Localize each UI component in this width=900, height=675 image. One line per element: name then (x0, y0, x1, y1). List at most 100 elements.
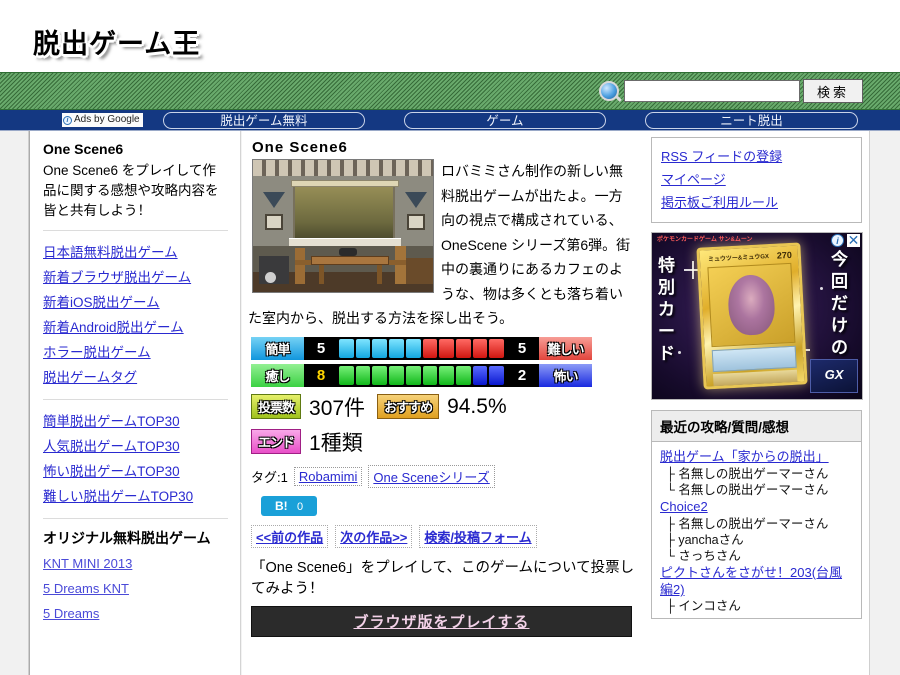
recent-activity-box: 最近の攻略/質問/感想 脱出ゲーム「家からの脱出」 ├ 名無しの脱出ゲーマーさん… (651, 410, 862, 619)
sidebar-item-new-browser-escape[interactable]: 新着ブラウザ脱出ゲーム (43, 265, 228, 290)
rating-value-hard: 5 (505, 336, 539, 360)
sidebar-game-title: One Scene6 (43, 141, 124, 157)
work-navigation: <<前の作品 次の作品>> 検索/投稿フォーム (251, 524, 636, 548)
game-thumbnail[interactable] (252, 159, 434, 293)
tag-one-scene-series[interactable]: One Sceneシリーズ (368, 464, 495, 488)
rating-label-scary: 怖い (539, 363, 592, 387)
sidebar-item-new-ios-escape[interactable]: 新着iOS脱出ゲーム (43, 290, 228, 315)
sidebar-item-escape-game-tags[interactable]: 脱出ゲームタグ (43, 365, 228, 390)
search-icon[interactable] (599, 81, 619, 101)
stats-row-votes: 投票数 307件 おすすめ 94.5% (251, 392, 636, 422)
sidebar-item-new-android-escape[interactable]: 新着Android脱出ゲーム (43, 315, 228, 340)
site-logo[interactable]: 脱出ゲーム王 (33, 22, 200, 61)
ads-by-google-text: Ads by Google (74, 114, 140, 125)
left-sidebar: One Scene6 One Scene6 をプレイして作品に関する感想や攻略内… (29, 131, 241, 675)
close-icon[interactable]: ✕ (847, 233, 860, 247)
navigation-bar: i Ads by Google 脱出ゲーム無料 ゲーム ニート脱出 (0, 110, 900, 131)
stats-row-endings: エンド 1種類 (251, 427, 636, 457)
votes-value: 307件 (309, 396, 366, 420)
bookmark-label: B! (275, 498, 288, 513)
rating-value-easy: 5 (304, 336, 338, 360)
thread-link[interactable]: ピクトさんをさがせ！203(台風編2) (660, 564, 853, 598)
page-body: One Scene6 One Scene6 をプレイして作品に関する感想や攻略内… (0, 131, 900, 675)
right-links-box: RSS フィードの登録 マイページ 掲示板ご利用ルール (651, 137, 862, 223)
play-browser-version-button[interactable]: ブラウザ版をプレイする (251, 605, 632, 637)
ads-by-google-label[interactable]: i Ads by Google (62, 113, 143, 127)
recent-activity-heading: 最近の攻略/質問/感想 (652, 411, 861, 442)
rating-label-hard: 難しい (539, 336, 592, 360)
rating-label-easy: 簡単 (251, 336, 304, 360)
rating-label-healing: 癒し (251, 363, 304, 387)
mypage-link[interactable]: マイページ (661, 168, 852, 191)
thread-reply: ├ 名無しの脱出ゲーマーさん (666, 467, 829, 481)
search-input[interactable] (624, 80, 800, 102)
rating-track-easy-hard (338, 336, 505, 360)
sidebar-item-knt-mini-2013[interactable]: KNT MINI 2013 (43, 551, 228, 576)
thread-reply: ├ yanchaさん (666, 533, 744, 547)
sidebar-item-scary-top30[interactable]: 怖い脱出ゲームTOP30 (43, 459, 228, 484)
tag-line: タグ:1 Robamimi One Sceneシリーズ (251, 464, 636, 488)
page-title: One Scene6 (252, 139, 348, 156)
ad-left-text: 特別カード (658, 256, 675, 363)
thread-link[interactable]: 脱出ゲーム「家からの脱出」 (660, 448, 853, 466)
ad-gx-logo: GX (810, 359, 858, 393)
ad-controls: i ✕ (831, 233, 860, 247)
tag-count-label: タグ:1 (251, 469, 288, 485)
ad-card-name: ミュウツー&ミュウGX (707, 254, 770, 264)
thread-link[interactable]: Choice2 (660, 498, 853, 516)
endings-badge: エンド (251, 429, 302, 454)
nav-pill-game[interactable]: ゲーム (404, 112, 606, 129)
cta-text: 「One Scene6」をプレイして、このゲームについて投票してみよう！ (251, 559, 635, 597)
next-work-link[interactable]: 次の作品>> (335, 524, 413, 548)
rating-value-scary: 2 (505, 363, 539, 387)
rating-track-healing-scary (338, 363, 505, 387)
info-icon[interactable]: i (831, 234, 844, 247)
search-band: 検索 (0, 72, 900, 110)
advertisement-banner[interactable]: ミュウツー&ミュウGX 270 ポケモンカードゲーム サン&ムーン 特別カード … (651, 232, 863, 400)
sidebar-item-japanese-free-escape[interactable]: 日本語無料脱出ゲーム (43, 240, 228, 265)
sidebar-game-description: One Scene6 をプレイして作品に関する感想や攻略内容を皆と共有しよう！ (43, 163, 219, 218)
thread-reply: └ さっちさん (666, 549, 741, 563)
search-button[interactable]: 検索 (803, 79, 863, 103)
site-header: 脱出ゲーム王 (0, 0, 900, 72)
rating-row-healing-scary: 癒し 8 2 怖い (251, 363, 592, 387)
rss-feed-link[interactable]: RSS フィードの登録 (661, 145, 852, 168)
search-form: 検索 (599, 79, 863, 103)
main-content: One Scene6 ロバミミさん制作の新しい無料脱出ゲームが出たよ。一方向の視… (242, 131, 644, 675)
sidebar-item-hard-top30[interactable]: 難しい脱出ゲームTOP30 (43, 484, 228, 509)
board-rules-link[interactable]: 掲示板ご利用ルール (661, 191, 852, 214)
endings-value: 1種類 (309, 431, 363, 455)
hatena-bookmark-button[interactable]: B! 0 (261, 495, 318, 516)
right-sidebar: RSS フィードの登録 マイページ 掲示板ご利用ルール ミュウツー&ミュウGX … (644, 131, 870, 675)
rating-row-easy-hard: 簡単 5 5 難しい (251, 336, 592, 360)
thread-reply: └ 名無しの脱出ゲーマーさん (666, 483, 829, 497)
sidebar-divider-1 (43, 230, 228, 231)
sidebar-divider-3 (43, 518, 228, 519)
sidebar-item-5-dreams-knt[interactable]: 5 Dreams KNT (43, 576, 228, 601)
play-button-label: ブラウザ版をプレイする (353, 613, 530, 631)
thread-reply: ├ インコさん (666, 599, 741, 613)
sidebar-item-5-dreams[interactable]: 5 Dreams (43, 601, 228, 626)
rating-value-healing: 8 (304, 363, 338, 387)
ad-pokemon-card: ミュウツー&ミュウGX 270 (696, 242, 808, 390)
bookmark-count: 0 (297, 500, 304, 513)
nav-pill-escape-game-free[interactable]: 脱出ゲーム無料 (163, 112, 365, 129)
recommend-value: 94.5% (447, 394, 507, 418)
recommend-badge: おすすめ (377, 394, 440, 419)
sidebar-item-easy-top30[interactable]: 簡単脱出ゲームTOP30 (43, 409, 228, 434)
info-icon: i (63, 115, 72, 125)
sidebar-divider-2 (43, 399, 228, 400)
nav-pill-neet-escape[interactable]: ニート脱出 (645, 112, 858, 129)
rating-bars: 簡単 5 5 難しい 癒し 8 2 怖い (251, 336, 636, 387)
sidebar-item-popular-top30[interactable]: 人気脱出ゲームTOP30 (43, 434, 228, 459)
ad-brand-text: ポケモンカードゲーム サン&ムーン (657, 237, 753, 243)
sidebar-item-horror-escape[interactable]: ホラー脱出ゲーム (43, 340, 228, 365)
votes-badge: 投票数 (251, 394, 302, 419)
ad-right-text: 今回だけの (831, 250, 848, 357)
thread-reply: ├ 名無しの脱出ゲーマーさん (666, 517, 829, 531)
search-post-form-link[interactable]: 検索/投稿フォーム (419, 524, 537, 548)
prev-work-link[interactable]: <<前の作品 (251, 524, 329, 548)
sidebar-original-heading: オリジナル無料脱出ゲーム (43, 530, 211, 546)
ad-card-hp: 270 (776, 249, 793, 261)
tag-robamimi[interactable]: Robamimi (293, 466, 363, 486)
